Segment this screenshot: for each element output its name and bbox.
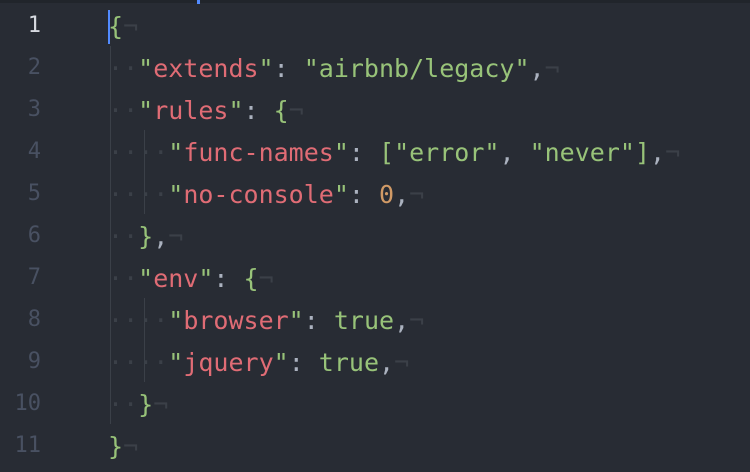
code-line: ····"jquery": true,¬ <box>108 348 410 377</box>
code-line: }¬ <box>108 426 138 468</box>
indent-dot: · <box>138 138 154 167</box>
eol-marker: ¬ <box>544 54 560 83</box>
tab-bar-edge <box>0 0 750 3</box>
indent-dot: · <box>153 180 169 209</box>
eol-marker: ¬ <box>288 96 304 125</box>
line-number: 1 <box>27 13 41 38</box>
eol-marker: ¬ <box>394 348 410 377</box>
brace: { <box>108 12 124 41</box>
indent-dot: · <box>108 390 124 419</box>
json-boolean-value: true <box>318 348 380 377</box>
eol-marker: ¬ <box>168 222 184 251</box>
code-line: ····"no-console": 0,¬ <box>108 180 425 209</box>
line-number: 4 <box>27 139 41 164</box>
json-number-value: 0 <box>379 180 395 209</box>
line-number: 5 <box>27 181 41 206</box>
eol-marker: ¬ <box>123 12 139 41</box>
indent-dot: · <box>153 306 169 335</box>
eol-marker: ¬ <box>409 180 425 209</box>
code-line: ····"browser": true,¬ <box>108 306 425 335</box>
indent-dot: · <box>108 306 124 335</box>
code-line: ··"rules": {¬ <box>108 96 304 125</box>
code-editor[interactable]: 1 2 3 4 5 6 7 8 9 10 11 {¬ ··"extends": … <box>0 0 750 472</box>
indent-dot: · <box>108 54 124 83</box>
brace: { <box>243 264 259 293</box>
code-line: ····"func-names": ["error", "never"],¬ <box>108 138 681 167</box>
json-string-value: airbnb/legacy <box>318 54 515 83</box>
brace: { <box>273 96 289 125</box>
line-number: 8 <box>27 307 41 332</box>
indent-dot: · <box>123 138 139 167</box>
indent-dot: · <box>153 348 169 377</box>
brace: } <box>138 222 154 251</box>
eol-marker: ¬ <box>153 390 169 419</box>
json-boolean-value: true <box>333 306 395 335</box>
indent-dot: · <box>108 348 124 377</box>
json-string-value: error <box>409 138 485 167</box>
indent-dot: · <box>108 96 124 125</box>
indent-dot: · <box>138 306 154 335</box>
brace: } <box>108 432 124 461</box>
json-key: rules <box>153 96 229 125</box>
indent-dot: · <box>123 222 139 251</box>
line-number: 7 <box>27 265 41 290</box>
indent-dot: · <box>108 138 124 167</box>
json-key: browser <box>183 306 289 335</box>
json-key: no-console <box>183 180 334 209</box>
json-string-value: never <box>544 138 620 167</box>
eol-marker: ¬ <box>665 138 681 167</box>
brace: } <box>138 390 154 419</box>
line-number: 3 <box>27 97 41 122</box>
indent-dot: · <box>138 180 154 209</box>
line-number-gutter: 1 2 3 4 5 6 7 8 9 10 11 <box>0 0 86 472</box>
indent-dot: · <box>153 138 169 167</box>
code-line: {¬ <box>108 6 138 48</box>
code-line: ··"extends": "airbnb/legacy",¬ <box>108 54 560 83</box>
indent-dot: · <box>123 390 139 419</box>
indent-dot: · <box>123 54 139 83</box>
line-number: 11 <box>14 433 42 458</box>
active-tab-indicator <box>197 0 200 4</box>
indent-dot: · <box>108 180 124 209</box>
code-line: ··"env": {¬ <box>108 264 274 293</box>
indent-dot: · <box>108 222 124 251</box>
json-key: extends <box>153 54 259 83</box>
json-key: func-names <box>183 138 334 167</box>
indent-dot: · <box>123 264 139 293</box>
line-number: 10 <box>14 391 42 416</box>
indent-dot: · <box>138 348 154 377</box>
indent-dot: · <box>123 96 139 125</box>
code-line: ··}¬ <box>108 384 168 426</box>
json-key: jquery <box>183 348 274 377</box>
indent-dot: · <box>123 348 139 377</box>
indent-dot: · <box>108 264 124 293</box>
code-line: ··},¬ <box>108 222 184 251</box>
indent-dot: · <box>123 180 139 209</box>
line-number: 2 <box>27 55 41 80</box>
line-number: 9 <box>27 349 41 374</box>
json-key: env <box>153 264 199 293</box>
eol-marker: ¬ <box>409 306 425 335</box>
line-number: 6 <box>27 223 41 248</box>
indent-dot: · <box>123 306 139 335</box>
eol-marker: ¬ <box>123 432 139 461</box>
eol-marker: ¬ <box>258 264 274 293</box>
